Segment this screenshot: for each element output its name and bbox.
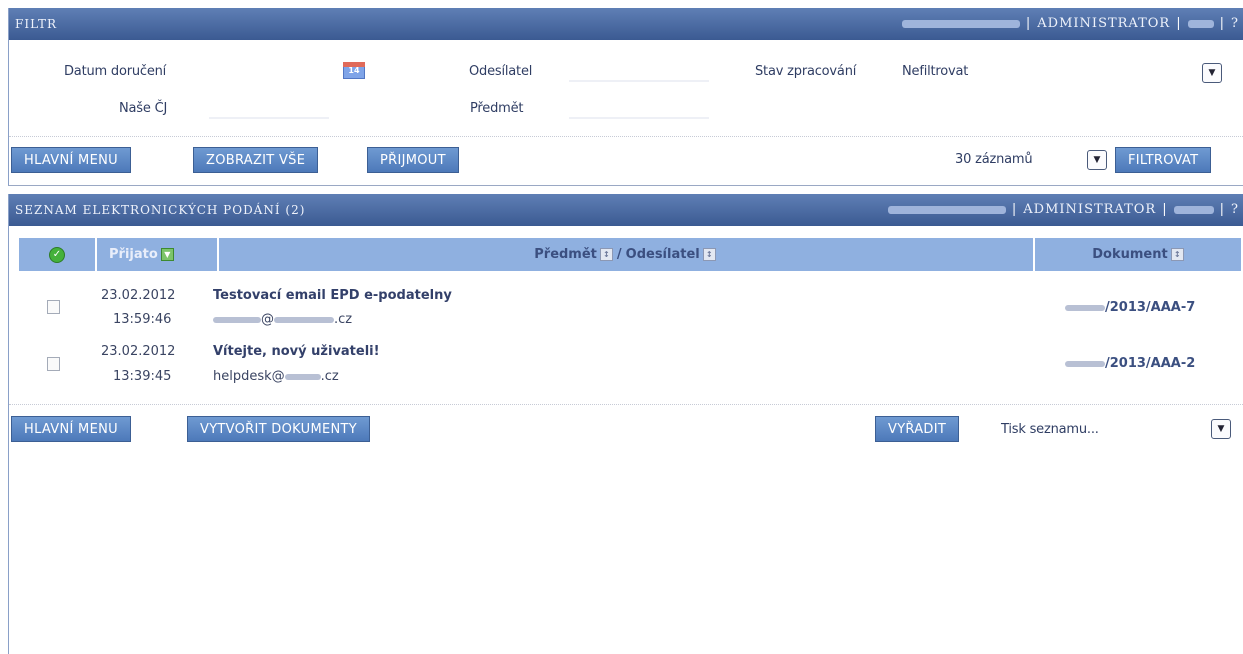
label-nase-cj: Naše ČJ (119, 101, 168, 116)
stav-zpracovani-select-value[interactable]: Nefiltrovat (902, 64, 968, 79)
list-panel-title: SEZNAM ELEKTRONICKÝCH PODÁNÍ (2) (15, 203, 306, 217)
list-titlebar: SEZNAM ELEKTRONICKÝCH PODÁNÍ (2) | ADMIN… (9, 194, 1243, 226)
row-document[interactable]: /2013/AAA-2 (1065, 356, 1195, 371)
row-date: 23.02.2012 (101, 288, 176, 303)
nase-cj-input[interactable] (209, 117, 329, 119)
filter-button[interactable]: FILTROVAT (1115, 147, 1212, 173)
logout-link-redacted[interactable] (1173, 205, 1214, 214)
main-menu-button[interactable]: HLAVNÍ MENU (11, 147, 131, 173)
print-list-select-value[interactable]: Tisk seznamu... (1001, 422, 1099, 437)
select-all-cell: ✓ (19, 238, 95, 271)
check-all-icon[interactable]: ✓ (49, 246, 65, 263)
label-predmet: Předmět (470, 101, 524, 116)
sender-domain-redacted (274, 316, 334, 323)
label-odesilatel: Odesílatel (469, 64, 533, 79)
sender-domain-redacted (284, 373, 321, 380)
help-link[interactable]: ? (1231, 202, 1239, 217)
column-predmet-odesilatel[interactable]: Předmět ↕ / Odesílatel ↕ (219, 238, 1031, 271)
list-panel: SEZNAM ELEKTRONICKÝCH PODÁNÍ (2) | ADMIN… (8, 194, 1243, 654)
main-menu-button[interactable]: HLAVNÍ MENU (11, 416, 131, 442)
row-date: 23.02.2012 (101, 344, 176, 359)
row-sender: @ .cz (213, 312, 352, 327)
record-count-select-value[interactable]: 30 záznamů (955, 152, 1033, 167)
label-datum-doruceni: Datum doručení (64, 64, 167, 79)
row-time: 13:39:45 (113, 369, 172, 384)
filter-panel: FILTR | ADMINISTRATOR | | ? Datum doruče… (8, 8, 1243, 186)
filter-titlebar: FILTR | ADMINISTRATOR | | ? (9, 8, 1243, 40)
document-prefix-redacted (1065, 304, 1105, 311)
calendar-icon[interactable]: 14 (343, 62, 365, 79)
column-prijato[interactable]: Přijato ▼ (99, 238, 219, 271)
username-redacted (901, 19, 1020, 28)
label-stav-zpracovani: Stav zpracování (755, 64, 857, 79)
sort-icon[interactable]: ↕ (702, 248, 716, 261)
role-link[interactable]: ADMINISTRATOR (1023, 202, 1156, 217)
row-document[interactable]: /2013/AAA-7 (1065, 300, 1195, 315)
chevron-down-icon[interactable]: ▼ (1202, 63, 1222, 83)
help-link[interactable]: ? (1231, 16, 1239, 31)
discard-button[interactable]: VYŘADIT (875, 416, 960, 442)
logout-link-redacted[interactable] (1187, 19, 1214, 28)
column-dokument[interactable]: Dokument ↕ (1035, 238, 1241, 271)
table-header: ✓ Přijato ▼ Předmět ↕ / Odesílatel ↕ Dok… (19, 238, 1241, 271)
sort-icon[interactable]: ↕ (1170, 248, 1184, 261)
sort-icon[interactable]: ▼ (160, 248, 174, 261)
row-checkbox[interactable] (47, 300, 60, 314)
chevron-down-icon[interactable]: ▼ (1087, 150, 1107, 170)
row-checkbox[interactable] (47, 357, 60, 371)
row-subject[interactable]: Vítejte, nový uživateli! (213, 344, 380, 359)
row-sender: helpdesk@ .cz (213, 369, 339, 384)
user-area: | ADMINISTRATOR | | ? (887, 202, 1239, 217)
sort-icon[interactable]: ↕ (599, 248, 613, 261)
filter-panel-title: FILTR (15, 17, 58, 31)
row-time: 13:59:46 (113, 312, 172, 327)
divider (9, 404, 1243, 405)
document-prefix-redacted (1065, 360, 1105, 367)
chevron-down-icon[interactable]: ▼ (1211, 419, 1231, 439)
sender-redacted (213, 316, 261, 323)
odesilatel-input[interactable] (569, 80, 709, 82)
row-subject[interactable]: Testovací email EPD e-podatelny (213, 288, 452, 303)
role-link[interactable]: ADMINISTRATOR (1037, 16, 1170, 31)
show-all-button[interactable]: ZOBRAZIT VŠE (193, 147, 319, 173)
username-redacted (887, 205, 1006, 214)
predmet-input[interactable] (569, 117, 709, 119)
divider (9, 136, 1243, 137)
user-area: | ADMINISTRATOR | | ? (901, 16, 1239, 31)
accept-button[interactable]: PŘIJMOUT (367, 147, 459, 173)
create-documents-button[interactable]: VYTVOŘIT DOKUMENTY (187, 416, 370, 442)
